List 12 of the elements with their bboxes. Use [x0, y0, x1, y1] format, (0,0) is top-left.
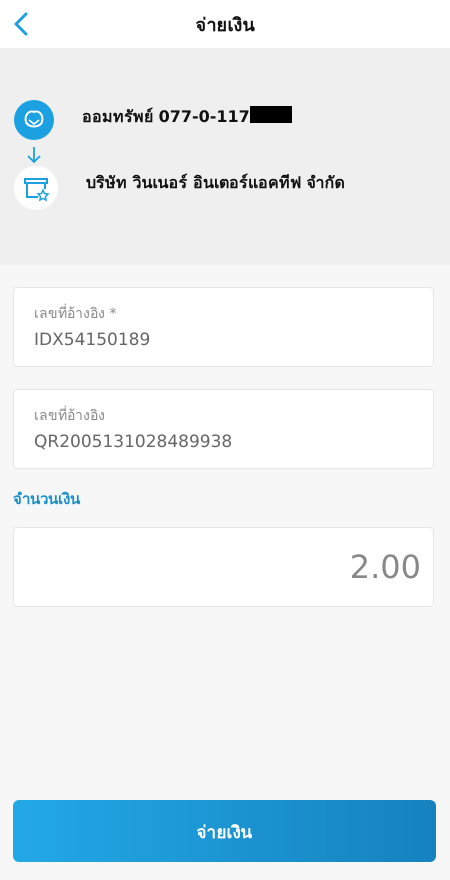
amount-label: จำนวนเงิน [13, 489, 82, 510]
store-icon [14, 166, 58, 210]
reference-field[interactable]: เลขที่อ้างอิง QR2005131028489938 [13, 389, 434, 469]
page-title: จ่ายเงิน [196, 14, 254, 38]
bank-logo-icon [14, 100, 54, 140]
amount-field[interactable]: 2.00 [13, 527, 434, 607]
down-arrow-icon [26, 146, 42, 164]
reference-field[interactable]: เลขที่อ้างอิง * IDX54150189 [13, 287, 434, 367]
source-account: ออมทรัพย์ 077-0-117 [82, 106, 250, 128]
pay-button[interactable]: จ่ายเงิน [13, 800, 436, 862]
payee-name: บริษัท วินเนอร์ อินเตอร์แอคทีฟ จำกัด [86, 172, 345, 194]
back-icon[interactable] [14, 12, 28, 36]
